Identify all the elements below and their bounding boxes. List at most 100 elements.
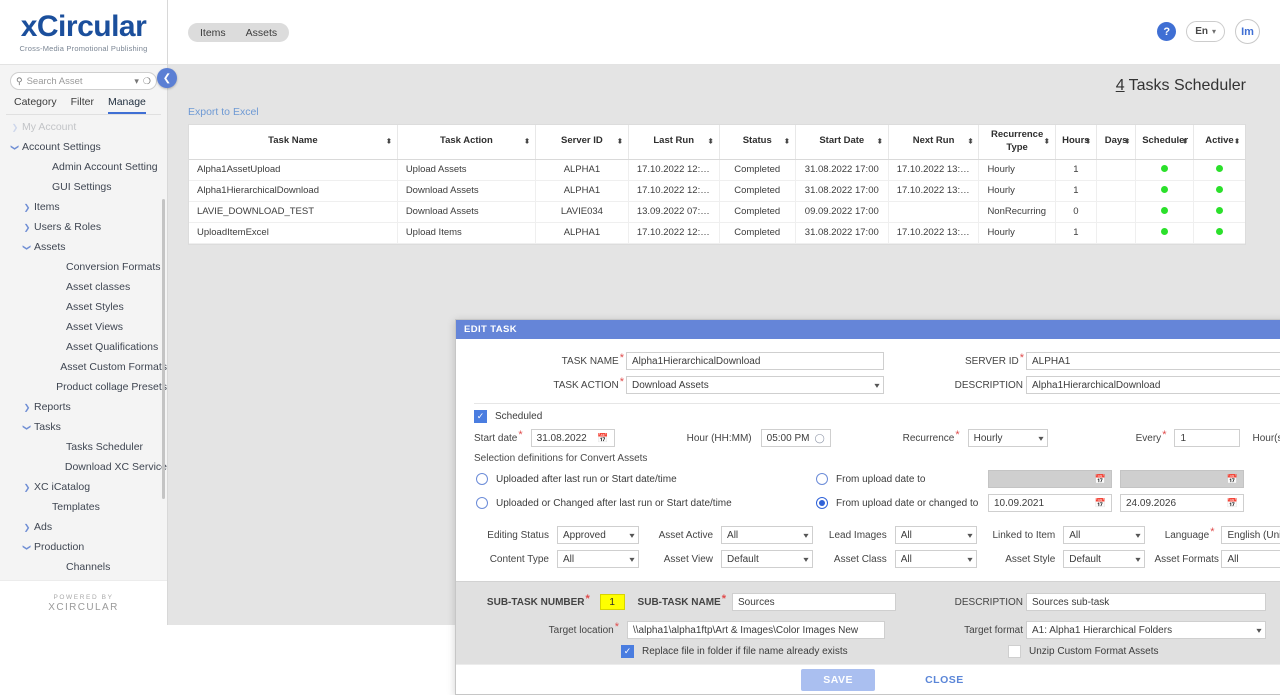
- selection-option[interactable]: From upload date or changed to 10.09.202…: [816, 491, 1280, 515]
- replace-file-checkbox[interactable]: ✓: [621, 645, 634, 658]
- unzip-checkbox[interactable]: [1008, 645, 1021, 658]
- column-header-status[interactable]: Status⬍: [719, 125, 795, 159]
- selection-option[interactable]: Uploaded after last run or Start date/ti…: [476, 467, 816, 491]
- task-name-input[interactable]: Alpha1HierarchicalDownload: [626, 352, 884, 370]
- column-header-scheduler[interactable]: Scheduler⬍: [1136, 125, 1194, 159]
- avatar[interactable]: Im: [1235, 19, 1260, 44]
- table-row[interactable]: LAVIE_DOWNLOAD_TESTDownload AssetsLAVIE0…: [189, 201, 1245, 222]
- sidebar-item-channels[interactable]: Channels: [0, 557, 167, 577]
- radio-uploaded-after-last-run[interactable]: [476, 473, 488, 485]
- chevron-right-icon[interactable]: ❯: [8, 123, 22, 132]
- chevron-down-icon[interactable]: ❯: [11, 140, 20, 154]
- sidebar-item-asset-styles[interactable]: Asset Styles: [0, 297, 167, 317]
- sort-icon[interactable]: ⬍: [617, 137, 623, 146]
- sidebar-scrollbar[interactable]: [162, 199, 165, 499]
- filter-select[interactable]: All▾: [1221, 550, 1280, 568]
- sidebar-item-templates[interactable]: Templates: [0, 497, 167, 517]
- table-row[interactable]: Alpha1HierarchicalDownloadDownload Asset…: [189, 180, 1245, 201]
- chevron-right-icon[interactable]: ❯: [20, 523, 34, 532]
- column-header-task-name[interactable]: Task Name⬍: [189, 125, 397, 159]
- table-row[interactable]: Alpha1AssetUploadUpload AssetsALPHA117.1…: [189, 159, 1245, 180]
- changed-date-to-input[interactable]: 24.09.2026 📅: [1120, 494, 1244, 512]
- app-logo[interactable]: xCircular Cross-Media Promotional Publis…: [0, 0, 167, 65]
- sidebar-item-tasks-scheduler[interactable]: Tasks Scheduler: [0, 437, 167, 457]
- sidebar-item-asset-classes[interactable]: Asset classes: [0, 277, 167, 297]
- scheduled-checkbox[interactable]: ✓: [474, 410, 487, 423]
- filter-select[interactable]: All▾: [721, 526, 813, 544]
- subtask-number-input[interactable]: 1: [600, 594, 625, 610]
- description-input[interactable]: Alpha1HierarchicalDownload: [1026, 376, 1280, 394]
- calendar-icon[interactable]: 📅: [1095, 474, 1106, 485]
- help-button[interactable]: ?: [1157, 22, 1176, 41]
- filter-select[interactable]: Default▾: [721, 550, 813, 568]
- filter-select[interactable]: All▾: [895, 550, 977, 568]
- sort-icon[interactable]: ⬍: [524, 137, 530, 146]
- calendar-icon[interactable]: 📅: [1095, 498, 1106, 509]
- language-selector[interactable]: En ▾: [1186, 21, 1225, 42]
- sidebar-item-production[interactable]: ❯Production: [0, 537, 167, 557]
- sidebar-item-asset-custom-formats[interactable]: Asset Custom Formats: [0, 357, 167, 377]
- filter-dropdown-icon[interactable]: ▾: [134, 77, 139, 86]
- sort-icon[interactable]: ⬍: [877, 137, 883, 146]
- chevron-down-icon[interactable]: ❯: [23, 240, 32, 254]
- clock-icon[interactable]: ◯: [815, 433, 825, 444]
- task-action-select[interactable]: Download Assets ▾: [626, 376, 884, 394]
- sidebar-item-tasks[interactable]: ❯Tasks: [0, 417, 167, 437]
- breadcrumb-item-assets[interactable]: Assets: [246, 27, 278, 39]
- table-row[interactable]: UploadItemExcelUpload ItemsALPHA117.10.2…: [189, 222, 1245, 243]
- sort-icon[interactable]: ⬍: [1234, 137, 1240, 146]
- sort-icon[interactable]: ⬍: [784, 137, 790, 146]
- from-upload-date-from-input[interactable]: 📅: [988, 470, 1112, 488]
- column-header-server-id[interactable]: Server ID⬍: [536, 125, 629, 159]
- export-to-excel-link[interactable]: Export to Excel: [188, 106, 259, 118]
- breadcrumb-item-items[interactable]: Items: [200, 27, 226, 39]
- collapse-sidebar-button[interactable]: ❮: [157, 68, 177, 88]
- sidebar-item-reports[interactable]: ❯Reports: [0, 397, 167, 417]
- from-upload-date-to-input[interactable]: 📅: [1120, 470, 1244, 488]
- radio-from-upload-date-to[interactable]: [816, 473, 828, 485]
- sort-icon[interactable]: ⬍: [1085, 137, 1091, 146]
- server-id-input[interactable]: ALPHA1: [1026, 352, 1280, 370]
- column-header-days[interactable]: Days⬍: [1097, 125, 1136, 159]
- sort-icon[interactable]: ⬍: [1044, 137, 1050, 146]
- subtask-name-input[interactable]: Sources: [732, 593, 896, 611]
- filter-select[interactable]: All▾: [1063, 526, 1145, 544]
- sidebar-item-asset-views[interactable]: Asset Views: [0, 317, 167, 337]
- column-header-next-run[interactable]: Next Run⬍: [888, 125, 979, 159]
- sidebar-item-conversion-formats[interactable]: Conversion Formats: [0, 257, 167, 277]
- sort-icon[interactable]: ⬍: [968, 137, 974, 146]
- chevron-right-icon[interactable]: ❯: [20, 223, 34, 232]
- radio-from-upload-date-or-changed-to[interactable]: [816, 497, 828, 509]
- chevron-down-icon[interactable]: ❯: [23, 420, 32, 434]
- close-button[interactable]: CLOSE: [915, 669, 974, 691]
- sidebar-tab-category[interactable]: Category: [14, 96, 57, 114]
- save-button[interactable]: SAVE: [801, 669, 875, 691]
- sidebar-item-admin-account-setting[interactable]: Admin Account Setting: [0, 157, 167, 177]
- sort-icon[interactable]: ⬍: [1124, 137, 1130, 146]
- filter-select[interactable]: Approved▾: [557, 526, 639, 544]
- sidebar-item-users-roles[interactable]: ❯Users & Roles: [0, 217, 167, 237]
- chevron-right-icon[interactable]: ❯: [20, 483, 34, 492]
- selection-option[interactable]: Uploaded or Changed after last run or St…: [476, 491, 816, 515]
- clear-search-icon[interactable]: ❍: [143, 77, 151, 86]
- sort-icon[interactable]: ⬍: [708, 137, 714, 146]
- hour-input[interactable]: 05:00 PM ◯: [761, 429, 831, 447]
- start-date-input[interactable]: 31.08.2022 📅: [531, 429, 615, 447]
- sidebar-item-asset-qualifications[interactable]: Asset Qualifications: [0, 337, 167, 357]
- changed-date-from-input[interactable]: 10.09.2021 📅: [988, 494, 1112, 512]
- sidebar-item-items[interactable]: ❯Items: [0, 197, 167, 217]
- sidebar-tab-manage[interactable]: Manage: [108, 96, 146, 114]
- target-format-select[interactable]: A1: Alpha1 Hierarchical Folders ▾: [1026, 621, 1266, 639]
- column-header-hours[interactable]: Hours⬍: [1055, 125, 1096, 159]
- sort-icon[interactable]: ⬍: [386, 137, 392, 146]
- target-location-input[interactable]: \\alpha1\alpha1ftp\Art & Images\Color Im…: [627, 621, 885, 639]
- sidebar-item-my-account[interactable]: ❯My Account: [0, 117, 167, 137]
- filter-select[interactable]: All▾: [557, 550, 639, 568]
- radio-uploaded-or-changed-after-last-run[interactable]: [476, 497, 488, 509]
- recurrence-select[interactable]: Hourly ▾: [968, 429, 1048, 447]
- sidebar-item-xc-icatalog[interactable]: ❯XC iCatalog: [0, 477, 167, 497]
- sidebar-item-ads[interactable]: ❯Ads: [0, 517, 167, 537]
- sidebar-item-gui-settings[interactable]: GUI Settings: [0, 177, 167, 197]
- sidebar-item-assets[interactable]: ❯Assets: [0, 237, 167, 257]
- subtask-description-input[interactable]: Sources sub-task: [1026, 593, 1266, 611]
